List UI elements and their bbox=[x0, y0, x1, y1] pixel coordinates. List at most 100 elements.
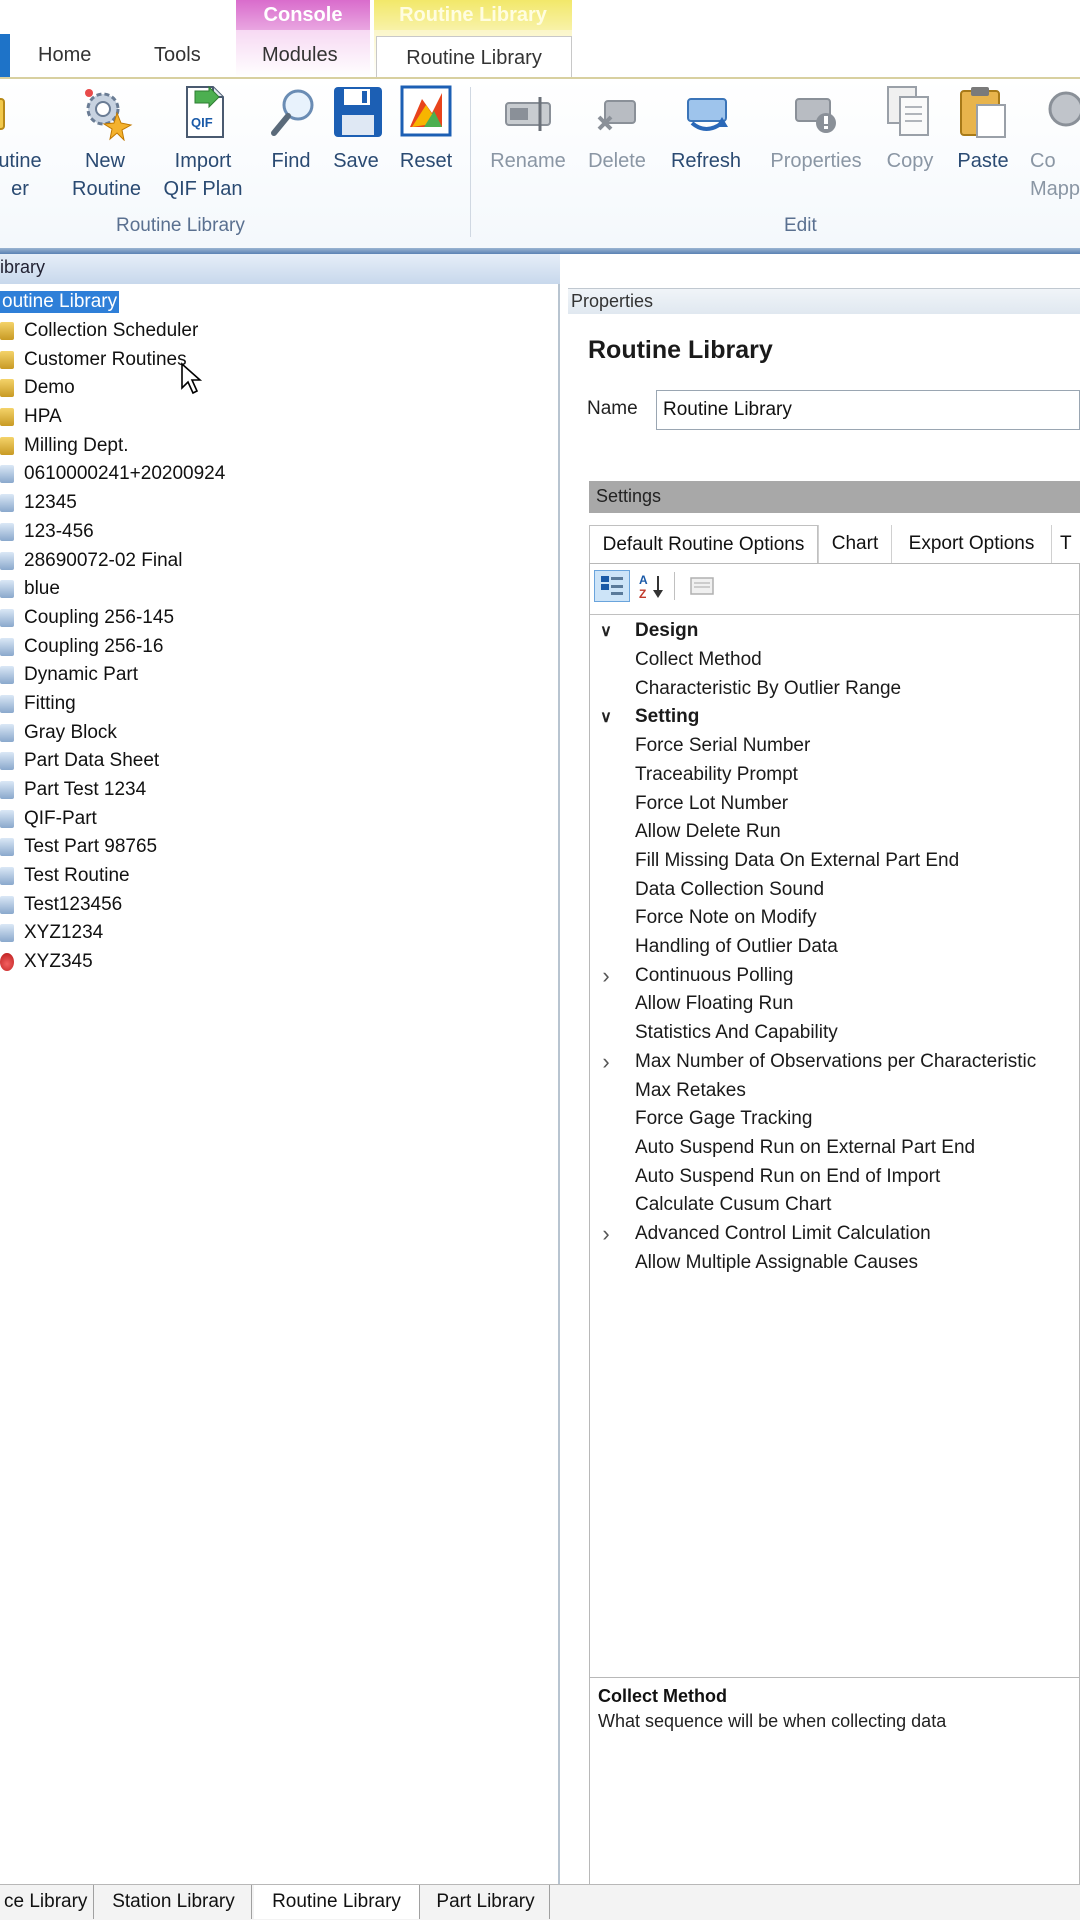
chevron-right-icon[interactable]: › bbox=[598, 963, 614, 989]
property-row[interactable]: Data Collection Sound bbox=[590, 875, 1079, 904]
bottom-tab-part-library[interactable]: Part Library bbox=[422, 1885, 550, 1919]
routine-tree[interactable]: outine Library Collection Scheduler Custom… bbox=[0, 288, 560, 977]
tree-node-label: Dynamic Part bbox=[24, 664, 139, 686]
categorized-view-button[interactable] bbox=[594, 570, 630, 602]
tab-tools[interactable]: Tools bbox=[154, 44, 201, 67]
property-row[interactable]: Handling of Outlier Data bbox=[590, 933, 1079, 962]
property-row[interactable]: Traceability Prompt bbox=[590, 761, 1079, 790]
property-row[interactable]: Max Retakes bbox=[590, 1076, 1079, 1105]
tab-chart[interactable]: Chart bbox=[818, 525, 891, 563]
tree-folder-node[interactable]: Demo bbox=[0, 374, 560, 403]
property-row[interactable]: Allow Floating Run bbox=[590, 990, 1079, 1019]
property-row[interactable]: Fill Missing Data On External Part End bbox=[590, 847, 1079, 876]
tab-export-options[interactable]: Export Options bbox=[891, 525, 1051, 563]
property-row[interactable]: Characteristic By Outlier Range bbox=[590, 674, 1079, 703]
tree-folder-node[interactable]: Milling Dept. bbox=[0, 431, 560, 460]
property-grid[interactable]: ∨ Design Collect Method Characteristic By O… bbox=[590, 614, 1079, 1690]
tree-routine-node[interactable]: 123-456 bbox=[0, 518, 560, 547]
routine-icon bbox=[0, 752, 14, 771]
tree-routine-node[interactable]: QIF-Part bbox=[0, 804, 560, 833]
tree-folder-node[interactable]: Collection Scheduler bbox=[0, 317, 560, 346]
tree-routine-node[interactable]: Coupling 256-16 bbox=[0, 632, 560, 661]
tree-folder-node[interactable]: HPA bbox=[0, 403, 560, 432]
new-routine-button[interactable]: New Routine bbox=[72, 83, 141, 215]
tree-routine-node[interactable]: Dynamic Part bbox=[0, 661, 560, 690]
property-row[interactable]: Force Serial Number bbox=[590, 732, 1079, 761]
tree-routine-node[interactable]: Gray Block bbox=[0, 718, 560, 747]
property-category-row[interactable]: ∨ Setting bbox=[590, 703, 1079, 732]
tree-routine-node[interactable]: Coupling 256-145 bbox=[0, 604, 560, 633]
property-row[interactable]: Allow Delete Run bbox=[590, 818, 1079, 847]
property-row[interactable]: Force Gage Tracking bbox=[590, 1105, 1079, 1134]
properties-button[interactable]: Properties bbox=[764, 83, 868, 215]
reset-button[interactable]: Reset bbox=[396, 83, 456, 215]
paste-button[interactable]: Paste bbox=[952, 83, 1014, 215]
import-qif-button[interactable]: QIF Import QIF Plan bbox=[162, 83, 244, 215]
property-row[interactable]: Auto Suspend Run on End of Import bbox=[590, 1162, 1079, 1191]
tree-routine-node[interactable]: 12345 bbox=[0, 489, 560, 518]
tree-routine-node[interactable]: XYZ345 bbox=[0, 948, 560, 977]
routine-icon bbox=[0, 867, 14, 886]
rename-icon bbox=[500, 83, 556, 141]
routine-icon bbox=[0, 666, 14, 685]
tree-routine-node[interactable]: Fitting bbox=[0, 690, 560, 719]
alphabetical-sort-button[interactable]: A Z bbox=[634, 570, 670, 602]
routine-icon bbox=[0, 637, 14, 656]
tree-routine-node[interactable]: Part Data Sheet bbox=[0, 747, 560, 776]
find-button[interactable]: Find bbox=[266, 83, 316, 215]
routine-icon bbox=[0, 465, 14, 484]
delete-button[interactable]: Delete bbox=[584, 83, 650, 215]
property-row[interactable]: › Max Number of Observations per Characte… bbox=[590, 1048, 1079, 1077]
tree-folder-node[interactable]: Customer Routines bbox=[0, 345, 560, 374]
tree-routine-node[interactable]: Part Test 1234 bbox=[0, 776, 560, 805]
chevron-right-icon[interactable]: › bbox=[598, 1049, 614, 1075]
tree-root-node[interactable]: outine Library bbox=[0, 288, 560, 317]
tree-routine-node[interactable]: Test Part 98765 bbox=[0, 833, 560, 862]
property-category-row[interactable]: ∨ Design bbox=[590, 617, 1079, 646]
tab-home[interactable]: Home bbox=[38, 44, 91, 67]
tree-routine-node[interactable]: 0610000241+20200924 bbox=[0, 460, 560, 489]
property-row[interactable]: › Continuous Polling bbox=[590, 961, 1079, 990]
copy-mapping-button[interactable]: Co Mapp bbox=[1030, 83, 1080, 215]
chevron-down-icon[interactable]: ∨ bbox=[598, 707, 614, 727]
property-row[interactable]: Collect Method bbox=[590, 646, 1079, 675]
tree-routine-node[interactable]: blue bbox=[0, 575, 560, 604]
tree-routine-node[interactable]: Test123456 bbox=[0, 890, 560, 919]
tab-modules[interactable]: Modules bbox=[262, 44, 338, 67]
tab-truncated[interactable]: T bbox=[1051, 525, 1080, 563]
tree-routine-node[interactable]: XYZ1234 bbox=[0, 919, 560, 948]
property-row[interactable]: Force Note on Modify bbox=[590, 904, 1079, 933]
save-button[interactable]: Save bbox=[330, 83, 382, 215]
tree-routine-node[interactable]: 28690072-02 Final bbox=[0, 546, 560, 575]
bottom-tab-strip: ce Library Station Library Routine Library… bbox=[0, 1884, 1080, 1920]
group-label-routine-library: Routine Library bbox=[116, 215, 245, 236]
tab-default-routine-options[interactable]: Default Routine Options bbox=[589, 525, 818, 563]
property-row[interactable]: Force Lot Number bbox=[590, 789, 1079, 818]
property-row[interactable]: Auto Suspend Run on External Part End bbox=[590, 1134, 1079, 1163]
name-field[interactable] bbox=[656, 390, 1080, 430]
copy-button[interactable]: Copy bbox=[880, 83, 940, 215]
property-label: Auto Suspend Run on End of Import bbox=[635, 1165, 941, 1187]
tree-node-label: Coupling 256-145 bbox=[24, 606, 175, 628]
import-qif-label: Import QIF Plan bbox=[163, 150, 243, 200]
chevron-right-icon[interactable]: › bbox=[598, 1221, 614, 1247]
property-row[interactable]: Calculate Cusum Chart bbox=[590, 1191, 1079, 1220]
rename-button[interactable]: Rename bbox=[488, 83, 568, 215]
bottom-tab-ce-library[interactable]: ce Library bbox=[0, 1885, 94, 1919]
routine-folder-button[interactable]: utine er bbox=[0, 83, 48, 215]
bottom-tab-station-library[interactable]: Station Library bbox=[96, 1885, 252, 1919]
property-pages-button[interactable] bbox=[684, 570, 720, 602]
bottom-tab-routine-library[interactable]: Routine Library bbox=[254, 1885, 420, 1919]
file-tab[interactable] bbox=[0, 34, 10, 77]
property-row[interactable]: Allow Multiple Assignable Causes bbox=[590, 1248, 1079, 1277]
tree-routine-node[interactable]: Test Routine bbox=[0, 862, 560, 891]
refresh-button[interactable]: Refresh bbox=[666, 83, 746, 215]
property-row[interactable]: Statistics And Capability bbox=[590, 1019, 1079, 1048]
tab-routine-library[interactable]: Routine Library bbox=[376, 36, 572, 79]
property-label: Fill Missing Data On External Part End bbox=[635, 849, 960, 871]
property-row[interactable]: › Advanced Control Limit Calculation bbox=[590, 1220, 1079, 1249]
folder-icon bbox=[0, 322, 14, 341]
routine-icon bbox=[0, 895, 14, 914]
tree-node-label: 0610000241+20200924 bbox=[24, 463, 226, 485]
chevron-down-icon[interactable]: ∨ bbox=[598, 621, 614, 641]
